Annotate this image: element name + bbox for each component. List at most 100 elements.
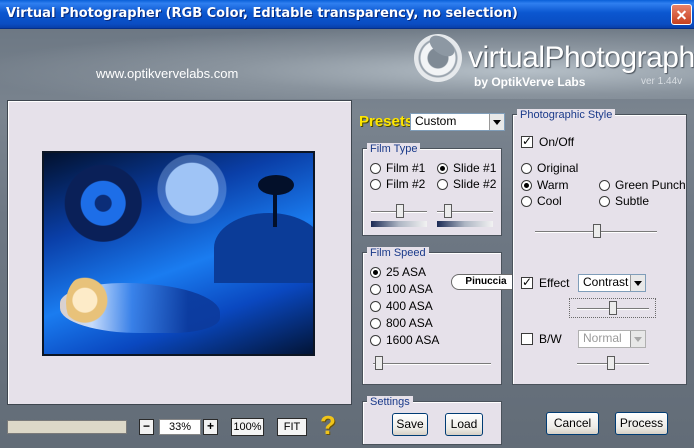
bw-select[interactable]: Normal <box>578 330 646 348</box>
load-button[interactable]: Load <box>445 413 483 436</box>
title-bar[interactable]: Virtual Photographer (RGB Color, Editabl… <box>0 0 694 29</box>
zoom-in-button[interactable]: + <box>203 419 218 435</box>
radio-slide1[interactable] <box>437 162 448 174</box>
film-speed-option-label: 1600 ASA <box>386 333 440 347</box>
save-button[interactable]: Save <box>392 413 428 436</box>
radio-1600asa[interactable] <box>370 334 381 346</box>
film-type-slider-2-thumb[interactable] <box>444 204 452 218</box>
effect-label: Effect <box>539 276 570 290</box>
bw-toggle[interactable]: B/W <box>521 332 562 346</box>
settings-label: Settings <box>367 396 413 408</box>
film-speed-option-1600[interactable]: 1600 ASA <box>370 333 439 347</box>
zoom-slider-area[interactable] <box>7 420 127 434</box>
preview-image <box>42 151 315 356</box>
chevron-down-icon[interactable] <box>630 331 645 347</box>
film-type-label: Film Type <box>367 143 421 155</box>
onoff-label: On/Off <box>539 135 575 149</box>
effect-select[interactable]: Contrast <box>578 274 646 292</box>
film-speed-slider-thumb[interactable] <box>375 356 383 370</box>
image-hill <box>214 213 313 283</box>
style-option-label: Subtle <box>615 194 650 208</box>
preview-pane[interactable] <box>7 100 352 405</box>
radio-25asa[interactable] <box>370 266 381 278</box>
film-speed-option-100[interactable]: 100 ASA <box>370 282 433 296</box>
style-option-label: Warm <box>537 178 569 192</box>
effect-slider-thumb[interactable] <box>609 301 617 315</box>
film-speed-option-label: 100 ASA <box>386 282 433 296</box>
radio-100asa[interactable] <box>370 283 381 295</box>
image-face <box>66 275 108 331</box>
style-option-green-punch[interactable]: Green Punch <box>599 178 686 192</box>
film-speed-option-label: 800 ASA <box>386 316 433 330</box>
film-type-option-label: Slide #2 <box>453 177 497 191</box>
radio-400asa[interactable] <box>370 300 381 312</box>
cancel-button[interactable]: Cancel <box>546 412 599 435</box>
radio-green-punch[interactable] <box>599 179 610 191</box>
logo-text: virtualPhotographer <box>468 41 694 74</box>
window-title: Virtual Photographer (RGB Color, Editabl… <box>6 6 518 21</box>
presets-select[interactable]: Custom <box>410 113 505 131</box>
version-label: ver 1.44v <box>641 76 683 87</box>
help-icon[interactable]: ? <box>320 410 336 441</box>
style-option-warm[interactable]: Warm <box>521 178 569 192</box>
style-option-cool[interactable]: Cool <box>521 194 562 208</box>
film-speed-option-label: 400 ASA <box>386 299 433 313</box>
film-speed-option-25[interactable]: 25 ASA <box>370 265 426 279</box>
process-button[interactable]: Process <box>615 412 668 435</box>
radio-cool[interactable] <box>521 195 532 207</box>
zoom-fit-button[interactable]: FIT <box>277 418 307 436</box>
film-type-option-slide2[interactable]: Slide #2 <box>437 177 496 191</box>
photographic-style-group: Photographic Style On/Off Original Warm … <box>512 109 687 385</box>
film-speed-option-label: 25 ASA <box>386 265 427 279</box>
zoom-out-button[interactable]: − <box>139 419 154 435</box>
radio-film1[interactable] <box>370 162 381 174</box>
zoom-100-button[interactable]: 100% <box>231 418 264 436</box>
film-type-option-slide1[interactable]: Slide #1 <box>437 161 496 175</box>
effect-checkbox[interactable] <box>521 275 533 289</box>
bw-label: B/W <box>539 332 562 346</box>
close-button[interactable] <box>671 4 692 25</box>
radio-slide2[interactable] <box>437 178 448 190</box>
effect-toggle[interactable]: Effect <box>521 275 570 290</box>
website-url[interactable]: www.optikvervelabs.com <box>96 66 238 81</box>
style-intensity-slider-thumb[interactable] <box>593 224 601 238</box>
film-type-group: Film Type Film #1 Slide #1 Film #2 Slide… <box>362 143 502 236</box>
zoom-value[interactable]: 33% <box>159 419 201 435</box>
bw-slider-thumb[interactable] <box>607 356 615 370</box>
lens-logo-icon <box>414 34 462 82</box>
bw-checkbox[interactable] <box>521 333 533 345</box>
settings-group: Settings Save Load <box>362 396 502 445</box>
effect-value: Contrast <box>583 275 629 289</box>
chevron-down-icon[interactable] <box>489 114 504 130</box>
film-type-option-film1[interactable]: Film #1 <box>370 161 425 175</box>
film-speed-slider[interactable] <box>373 363 491 365</box>
radio-subtle[interactable] <box>599 195 610 207</box>
presets-label: Presets <box>359 113 414 130</box>
bw-value: Normal <box>583 331 622 345</box>
film-speed-label: Film Speed <box>367 247 429 259</box>
logo-byline: by OptikVerve Labs <box>474 75 586 89</box>
film-speed-option-800[interactable]: 800 ASA <box>370 316 433 330</box>
user-badge: Pinuccia <box>451 274 521 290</box>
chevron-down-icon[interactable] <box>630 275 645 291</box>
film-speed-option-400[interactable]: 400 ASA <box>370 299 433 313</box>
film-type-slider-1-thumb[interactable] <box>396 204 404 218</box>
radio-800asa[interactable] <box>370 317 381 329</box>
radio-original[interactable] <box>521 162 532 174</box>
style-option-label: Original <box>537 161 579 175</box>
style-option-label: Cool <box>537 194 562 208</box>
film-type-option-label: Slide #1 <box>453 161 497 175</box>
film-type-option-label: Film #1 <box>386 161 426 175</box>
onoff-checkbox[interactable] <box>521 134 533 148</box>
film-type-option-label: Film #2 <box>386 177 426 191</box>
onoff-toggle[interactable]: On/Off <box>521 134 575 149</box>
film-type-option-film2[interactable]: Film #2 <box>370 177 425 191</box>
film-type-ramp-1 <box>371 221 427 227</box>
image-tree-trunk <box>273 191 277 227</box>
radio-film2[interactable] <box>370 178 381 190</box>
style-option-original[interactable]: Original <box>521 161 578 175</box>
style-option-subtle[interactable]: Subtle <box>599 194 649 208</box>
film-type-ramp-2 <box>437 221 493 227</box>
radio-warm[interactable] <box>521 179 532 191</box>
presets-value: Custom <box>415 114 457 128</box>
